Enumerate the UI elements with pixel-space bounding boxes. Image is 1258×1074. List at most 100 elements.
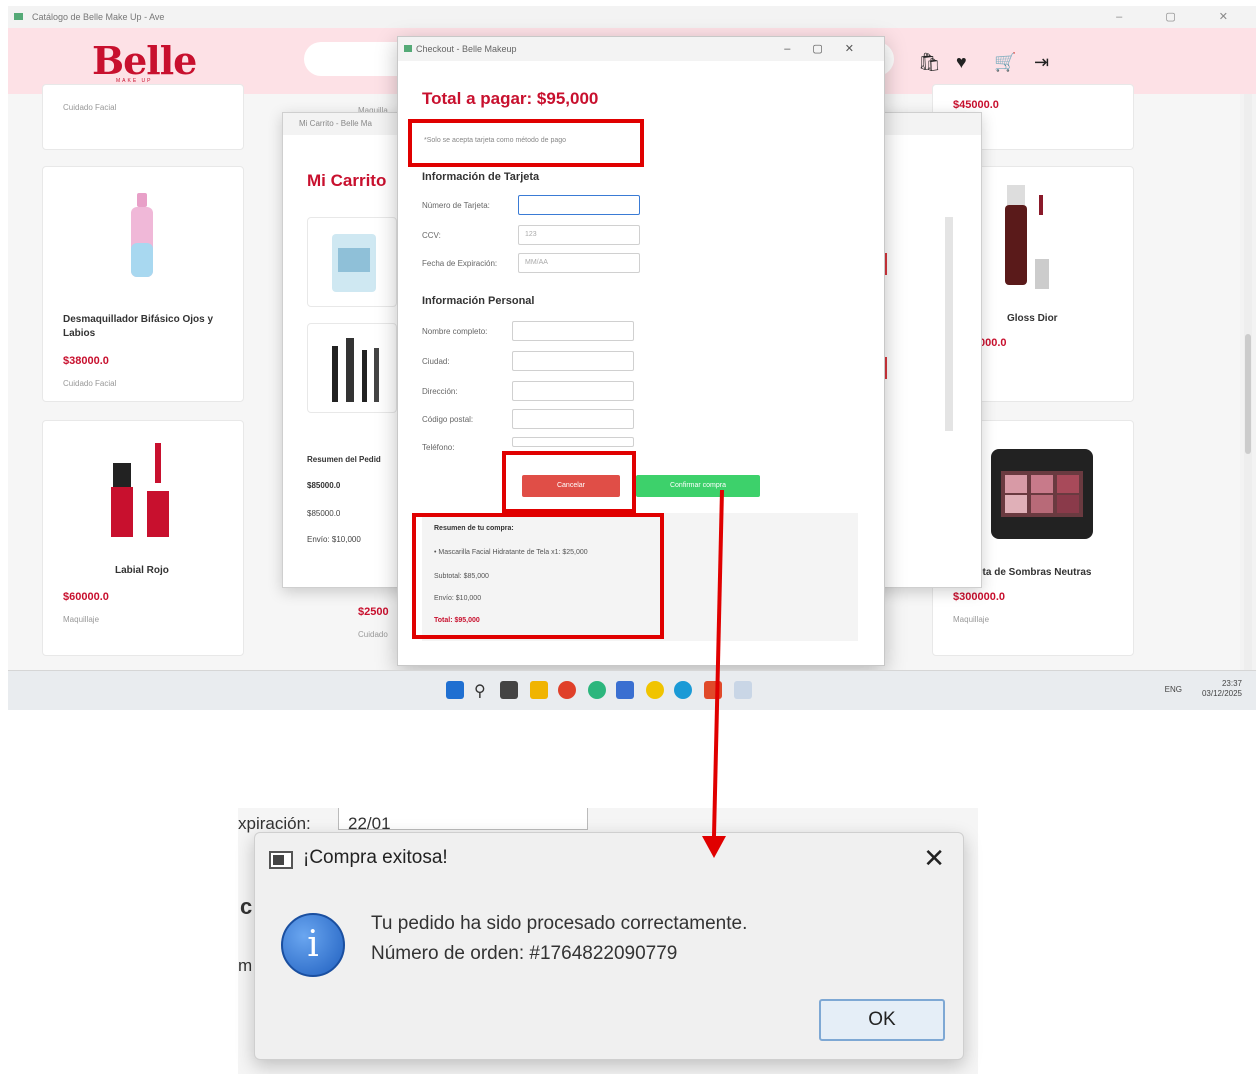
product-card[interactable]: Labial Rojo $60000.0 Maquillaje	[42, 420, 244, 656]
dialog-title: ¡Compra exitosa!	[303, 847, 448, 868]
app-icon[interactable]	[616, 681, 634, 699]
address-input[interactable]	[512, 381, 634, 401]
chatgpt-icon[interactable]	[588, 681, 606, 699]
dialog-app-icon	[269, 851, 293, 869]
bag-icon[interactable]: 🛍	[918, 52, 941, 73]
cart-summary-line: Envío: $10,000	[307, 535, 361, 544]
product-price: $45000.0	[953, 99, 999, 111]
product-image-brushes	[332, 338, 379, 402]
clock-date: 03/12/2025	[1201, 689, 1242, 698]
personal-section-title: Información Personal	[422, 295, 535, 307]
tray-language[interactable]: ENG	[1165, 685, 1182, 694]
app-icon	[404, 45, 412, 52]
ok-button[interactable]: OK	[819, 999, 945, 1041]
cart-item-brushes[interactable]	[307, 323, 397, 413]
confirm-purchase-button[interactable]: Confirmar compra	[636, 475, 760, 497]
product-price: $300000.0	[953, 591, 1005, 603]
total-to-pay: Total a pagar: $95,000	[422, 89, 599, 108]
logout-icon[interactable]: ⇥	[1034, 52, 1049, 73]
highlight-box-note	[408, 119, 644, 167]
text-fragment: m	[238, 956, 253, 975]
close-icon[interactable]: ✕	[923, 843, 945, 874]
windows-taskbar: ⚲ ENG 23:37 03/12/2025	[8, 670, 1256, 710]
product-name: eta de Sombras Neutras	[977, 567, 1092, 578]
address-label: Dirección:	[422, 387, 458, 396]
product-price: $60000.0	[63, 591, 109, 603]
success-dialog: ¡Compra exitosa! ✕ i Tu pedido ha sido p…	[254, 832, 964, 1060]
app-screenshot: Catálogo de Belle Make Up - Ave – ▢ ✕ Be…	[8, 6, 1256, 710]
order-number: Número de orden: #1764822090779	[371, 943, 678, 964]
product-price: 000.0	[979, 337, 1007, 349]
cart-heading: Mi Carrito	[307, 171, 387, 190]
start-icon[interactable]	[446, 681, 464, 699]
dialog-message: Tu pedido ha sido procesado correctament…	[371, 913, 748, 934]
cart-item-mask[interactable]	[307, 217, 397, 307]
window-title-bar: Catálogo de Belle Make Up - Ave – ▢ ✕	[8, 6, 1256, 28]
product-image-remover	[131, 193, 153, 277]
app-icon	[14, 13, 23, 20]
clock-time: 23:37	[1221, 679, 1242, 688]
header-icons: 🛍 ♥ 🛒 ⇥	[918, 52, 1078, 74]
checkout-window: Checkout - Belle Makeup –▢✕ Total a paga…	[397, 36, 885, 666]
city-input[interactable]	[512, 351, 634, 371]
product-image-gloss	[1005, 185, 1049, 289]
search-icon[interactable]: ⚲	[474, 681, 492, 700]
city-label: Ciudad:	[422, 357, 450, 366]
cart-summary-heading: Resumen del Pedid	[307, 455, 381, 464]
product-category: Cuidado Facial	[63, 103, 117, 112]
card-number-label: Número de Tarjeta:	[422, 201, 490, 210]
brave-icon[interactable]	[558, 681, 576, 699]
card-number-input[interactable]	[518, 195, 640, 215]
full-name-input[interactable]	[512, 321, 634, 341]
product-price: $38000.0	[63, 355, 109, 367]
checkout-title-bar: Checkout - Belle Makeup –▢✕	[398, 37, 884, 61]
file-explorer-icon[interactable]	[530, 681, 548, 699]
cart-summary-line: $85000.0	[307, 481, 341, 490]
product-category: Maquillaje	[953, 615, 990, 624]
highlight-box-cancel	[502, 451, 636, 513]
product-image-palette	[991, 449, 1093, 539]
product-card[interactable]: Desmaquillador Bifásico Ojos y Labios $3…	[42, 166, 244, 402]
zip-input[interactable]	[512, 409, 634, 429]
task-view-icon[interactable]	[500, 681, 518, 699]
ccv-input[interactable]: 123	[518, 225, 640, 245]
heart-icon[interactable]: ♥	[956, 52, 967, 73]
app-icon[interactable]	[704, 681, 722, 699]
full-name-label: Nombre completo:	[422, 327, 488, 336]
tray-clock[interactable]: 23:37 03/12/2025	[1202, 679, 1242, 699]
text-fragment: c	[240, 894, 253, 919]
product-card[interactable]: Cuidado Facial	[42, 84, 244, 150]
highlight-box-summary	[412, 513, 664, 639]
taskbar-icons: ⚲	[446, 681, 826, 703]
catalog-scrollbar[interactable]	[1244, 94, 1252, 670]
product-category: Maquillaje	[63, 615, 100, 624]
expiry-value-fragment: 22/01	[348, 814, 391, 833]
phone-input[interactable]	[512, 437, 634, 447]
product-name: Labial Rojo	[115, 565, 169, 576]
product-name: Desmaquillador Bifásico Ojos y Labios	[63, 314, 214, 339]
card-section-title: Información de Tarjeta	[422, 171, 540, 183]
java-app-icon[interactable]	[734, 681, 752, 699]
window-controls[interactable]: –▢✕	[784, 37, 876, 61]
zip-label: Código postal:	[422, 415, 474, 424]
window-controls[interactable]: – ▢ ✕	[1116, 6, 1248, 28]
belle-logo[interactable]: Belle	[92, 38, 197, 83]
expiry-input[interactable]: MM/AA	[518, 253, 640, 273]
expiry-label: Fecha de Expiración:	[422, 259, 498, 268]
cart-scrollbar[interactable]	[945, 217, 953, 431]
expiry-label-fragment: xpiración:	[238, 814, 311, 833]
partial-category: Cuidado	[358, 630, 388, 639]
ccv-label: CCV:	[422, 231, 441, 240]
info-icon: i	[281, 913, 345, 977]
scrollbar-thumb[interactable]	[1245, 334, 1251, 454]
checkout-title: Checkout - Belle Makeup	[416, 44, 517, 54]
cart-icon[interactable]: 🛒	[994, 52, 1016, 73]
product-category: Cuidado Facial	[63, 379, 117, 388]
edge-icon[interactable]	[674, 681, 692, 699]
product-name: Gloss Dior	[1007, 313, 1058, 324]
product-image-mask	[332, 234, 376, 292]
partial-price: $2500	[358, 606, 389, 618]
chrome-icon[interactable]	[646, 681, 664, 699]
cart-summary-line: $85000.0	[307, 509, 341, 518]
phone-label: Teléfono:	[422, 443, 455, 452]
